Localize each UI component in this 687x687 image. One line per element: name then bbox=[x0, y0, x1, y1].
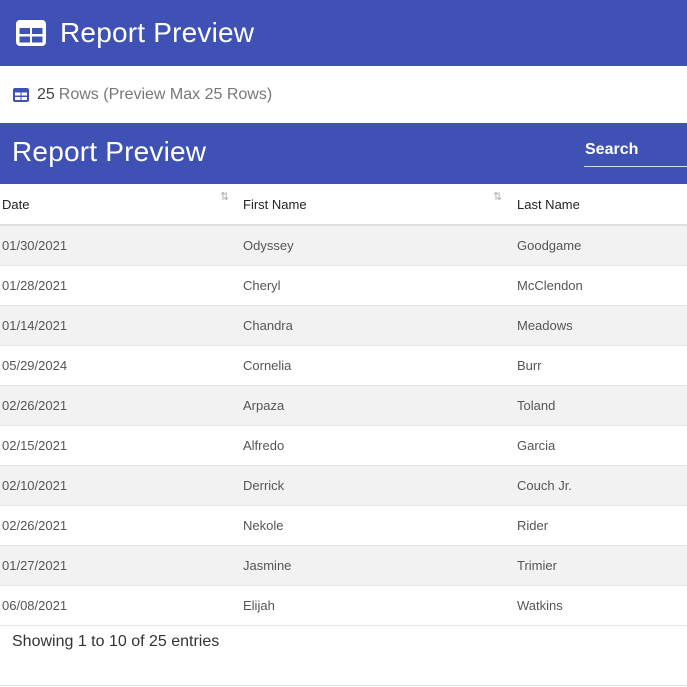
cell-date: 02/10/2021 bbox=[2, 478, 68, 493]
divider bbox=[0, 685, 687, 686]
table-row[interactable]: 01/30/2021 Odyssey Goodgame bbox=[0, 226, 687, 266]
cell-first-name: Jasmine bbox=[243, 558, 292, 573]
column-header-last-name[interactable]: Last Name bbox=[517, 184, 580, 224]
column-header-date[interactable]: Date bbox=[2, 184, 29, 224]
cell-first-name: Alfredo bbox=[243, 438, 285, 453]
cell-date: 01/30/2021 bbox=[2, 238, 68, 253]
cell-first-name: Chandra bbox=[243, 318, 293, 333]
table-row[interactable]: 01/14/2021 Chandra Meadows bbox=[0, 306, 687, 346]
cell-last-name: Toland bbox=[517, 398, 556, 413]
row-count: 25 bbox=[37, 85, 55, 103]
cell-last-name: Meadows bbox=[517, 318, 573, 333]
search-input[interactable] bbox=[584, 134, 687, 167]
rows-label: Rows (Preview Max 25 Rows) bbox=[58, 85, 273, 103]
table-row[interactable]: 02/26/2021 Arpaza Toland bbox=[0, 386, 687, 426]
table-row[interactable]: 02/10/2021 Derrick Couch Jr. bbox=[0, 466, 687, 506]
cell-first-name: Cheryl bbox=[243, 278, 281, 293]
table-row[interactable]: 05/29/2024 Cornelia Burr bbox=[0, 346, 687, 386]
column-header-label: First Name bbox=[243, 196, 307, 212]
cell-first-name: Arpaza bbox=[243, 398, 285, 413]
sort-icon[interactable]: ⇅ bbox=[220, 192, 229, 203]
cell-last-name: Goodgame bbox=[517, 238, 582, 253]
table-title: Report Preview bbox=[12, 136, 207, 167]
cell-last-name: Trimier bbox=[517, 558, 557, 573]
table-body: 01/30/2021 Odyssey Goodgame 01/28/2021 C… bbox=[0, 226, 687, 626]
column-header-label: Last Name bbox=[517, 196, 580, 212]
cell-date: 02/26/2021 bbox=[2, 518, 68, 533]
cell-date: 01/14/2021 bbox=[2, 318, 68, 333]
table-row[interactable]: 01/28/2021 Cheryl McClendon bbox=[0, 266, 687, 306]
app-title: Report Preview bbox=[60, 17, 255, 48]
table-row[interactable]: 02/26/2021 Nekole Rider bbox=[0, 506, 687, 546]
cell-first-name: Derrick bbox=[243, 478, 285, 493]
column-header-label: Date bbox=[2, 196, 30, 212]
table-grid-icon bbox=[13, 87, 29, 102]
cell-date: 02/26/2021 bbox=[2, 398, 68, 413]
cell-first-name: Nekole bbox=[243, 518, 284, 533]
table-row[interactable]: 06/08/2021 Elijah Watkins bbox=[0, 586, 687, 626]
cell-last-name: Couch Jr. bbox=[517, 478, 572, 493]
cell-last-name: Rider bbox=[517, 518, 549, 533]
pagination-info: Showing 1 to 10 of 25 entries bbox=[12, 633, 220, 650]
cell-date: 01/28/2021 bbox=[2, 278, 68, 293]
cell-last-name: McClendon bbox=[517, 278, 583, 293]
cell-first-name: Elijah bbox=[243, 598, 275, 613]
cell-first-name: Cornelia bbox=[243, 358, 292, 373]
table-row[interactable]: 02/15/2021 Alfredo Garcia bbox=[0, 426, 687, 466]
cell-date: 02/15/2021 bbox=[2, 438, 68, 453]
cell-last-name: Garcia bbox=[517, 438, 556, 453]
app-header: Report Preview bbox=[0, 0, 687, 66]
cell-date: 01/27/2021 bbox=[2, 558, 68, 573]
column-header-first-name[interactable]: First Name bbox=[243, 184, 307, 224]
table-row[interactable]: 01/27/2021 Jasmine Trimier bbox=[0, 546, 687, 586]
table-header-row: Date ⇅ First Name ⇅ Last Name bbox=[0, 184, 687, 226]
cell-date: 06/08/2021 bbox=[2, 598, 68, 613]
cell-first-name: Odyssey bbox=[243, 238, 294, 253]
cell-date: 05/29/2024 bbox=[2, 358, 68, 373]
cell-last-name: Burr bbox=[517, 358, 542, 373]
rows-summary: 25 Rows (Preview Max 25 Rows) bbox=[0, 66, 687, 123]
sort-icon[interactable]: ⇅ bbox=[493, 192, 502, 203]
cell-last-name: Watkins bbox=[517, 598, 563, 613]
table-grid-icon bbox=[16, 20, 46, 46]
